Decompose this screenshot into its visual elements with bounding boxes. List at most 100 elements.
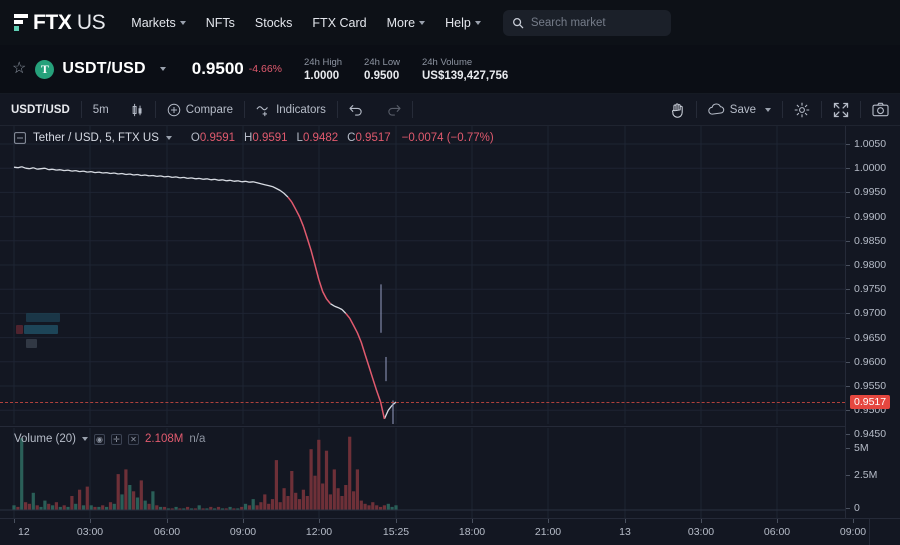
pair-title[interactable]: USDT/USD — [62, 60, 145, 78]
ohlc-delta: −0.0074 (−0.77%) — [401, 132, 494, 144]
volume-value: 2.108M — [145, 433, 184, 445]
time-axis[interactable]: 12 03:00 06:00 09:00 12:00 15:25 18:00 21:00 13 0… — [0, 518, 900, 545]
nav-item-help[interactable]: Help — [445, 16, 481, 30]
save-chevron-down-icon[interactable] — [765, 107, 771, 112]
brand-suffix: US — [76, 10, 106, 34]
chart-legend: Tether / USD, 5, FTX US O0.9591 H0.9591 … — [14, 132, 494, 144]
pair-chevron-down-icon[interactable] — [159, 67, 166, 71]
ohlc-close-value: 0.9517 — [355, 132, 391, 144]
pan-hand-button[interactable] — [659, 94, 696, 125]
redo-button[interactable] — [375, 94, 412, 125]
time-tick-12: 12 — [18, 526, 30, 538]
brand-name: FTX — [33, 10, 72, 34]
time-tick-13: 13 — [619, 526, 631, 538]
volume-chevron-down-icon[interactable] — [82, 437, 89, 441]
last-price: 0.9500 — [191, 59, 244, 78]
nav-item-nfts-label: NFTs — [205, 15, 235, 30]
time-tick-0300: 03:00 — [76, 526, 104, 538]
redo-icon — [388, 105, 401, 116]
fullscreen-button[interactable] — [822, 94, 860, 125]
undo-button[interactable] — [338, 94, 375, 125]
trading-view-page: FTX US Markets NFTs Stocks FTX Card More… — [0, 0, 900, 545]
current-price-badge: 0.9517 — [850, 394, 891, 409]
time-tick-0600: 06:00 — [153, 526, 181, 538]
time-tick-1525: 15:25 — [382, 526, 410, 538]
legend-chevron-down-icon[interactable] — [165, 136, 172, 140]
ohlc-low-value: 0.9482 — [302, 132, 339, 144]
collapse-icon[interactable] — [14, 132, 26, 144]
ohlc-open-label: O — [190, 132, 200, 144]
compare-button[interactable]: Compare — [156, 94, 244, 125]
time-tick-mark — [853, 519, 854, 523]
nav-item-help-label: Help — [445, 15, 471, 30]
time-tick-mark — [90, 519, 91, 523]
volume-visibility-icon[interactable]: ◉ — [94, 433, 106, 445]
interval-button[interactable]: 5m — [82, 94, 120, 125]
gear-icon — [794, 102, 810, 117]
ohlc-low: L0.9482 — [297, 132, 339, 144]
snapshot-button[interactable] — [861, 94, 900, 125]
ohlc-high: H0.9591 — [244, 132, 288, 144]
chart-toolbar-left: USDT/USD 5m Compare Indicators — [0, 94, 413, 125]
chevron-down-icon — [179, 20, 186, 25]
price-series-plot — [13, 166, 397, 424]
save-chart-button[interactable]: Save — [697, 94, 782, 125]
favorite-star-icon[interactable]: ☆ — [12, 61, 26, 77]
indicators-button[interactable]: Indicators — [245, 94, 337, 125]
coin-symbol: T — [40, 61, 49, 76]
hand-icon — [671, 102, 683, 118]
time-tick-mark — [243, 519, 244, 523]
price-axis[interactable]: 1.0050 1.0000 0.9950 0.9900 0.9850 0.9800 0.97… — [846, 126, 900, 518]
ohlc-open: O0.9591 — [191, 132, 235, 144]
stat-24h-volume: 24h Volume US$139,427,756 — [422, 56, 508, 83]
time-tick-0300: 03:00 — [687, 526, 715, 538]
price-pane[interactable]: Tether / USD, 5, FTX US O0.9591 H0.9591 … — [0, 126, 845, 424]
stat-24h-low-value: 0.9500 — [364, 69, 400, 82]
time-tick-mark — [319, 519, 320, 523]
nav-item-stocks[interactable]: Stocks — [255, 16, 293, 30]
nav-item-stocks-label: Stocks — [254, 15, 293, 30]
volume-legend: Volume (20) ◉ ✛ ✕ 2.108M n/a — [14, 433, 205, 445]
legend-title[interactable]: Tether / USD, 5, FTX US — [33, 132, 159, 144]
stat-24h-high-value: 1.0000 — [304, 69, 340, 82]
chevron-down-icon — [419, 20, 426, 25]
cloud-icon — [708, 103, 724, 115]
volume-legend-title[interactable]: Volume (20) — [14, 433, 76, 445]
ohlc-values: O0.9591 H0.9591 L0.9482 C0.9517 −0.0074 … — [191, 132, 494, 144]
nav-item-markets[interactable]: Markets — [131, 16, 186, 30]
fullscreen-icon — [833, 102, 849, 117]
ohlc-close: C0.9517 — [347, 132, 391, 144]
time-tick-mark — [396, 519, 397, 523]
chart-type-button[interactable] — [120, 94, 155, 125]
toolbar-divider — [411, 101, 413, 118]
time-tick-1200: 12:00 — [305, 526, 333, 538]
search-input[interactable] — [530, 16, 661, 29]
ticker-bar: ☆ T USDT/USD 0.9500 -4.66% 24h High 1.00… — [0, 45, 900, 94]
volume-remove-icon[interactable]: ✕ — [128, 433, 140, 445]
ftx-logo-text: FTX US — [33, 10, 106, 35]
stat-24h-high-label: 24h High — [304, 56, 343, 68]
redacted-overlay — [16, 313, 64, 350]
stat-24h-low: 24h Low 0.9500 — [364, 56, 400, 83]
time-tick-mark — [548, 519, 549, 523]
chart-area[interactable]: Tether / USD, 5, FTX US O0.9591 H0.9591 … — [0, 126, 900, 518]
nav-item-more-label: More — [386, 15, 416, 30]
time-tick-2100: 21:00 — [534, 526, 562, 538]
volume-na: n/a — [189, 433, 206, 445]
time-tick-1800: 18:00 — [458, 526, 486, 538]
ftx-us-logo[interactable]: FTX US — [14, 10, 106, 35]
nav-item-ftx-card[interactable]: FTX Card — [312, 16, 366, 30]
camera-icon — [872, 102, 889, 117]
volume-settings-icon[interactable]: ✛ — [111, 433, 123, 445]
stat-24h-volume-label: 24h Volume — [421, 56, 473, 68]
search-market-box[interactable] — [502, 9, 671, 36]
volume-pane[interactable]: Volume (20) ◉ ✛ ✕ 2.108M n/a — [0, 428, 845, 518]
nav-item-nfts[interactable]: NFTs — [206, 16, 235, 30]
tether-coin-icon: T — [35, 59, 55, 79]
nav-links: Markets NFTs Stocks FTX Card More Help — [131, 16, 481, 30]
nav-item-more[interactable]: More — [386, 15, 426, 30]
chart-settings-button[interactable] — [783, 94, 821, 125]
chart-symbol-button[interactable]: USDT/USD — [0, 94, 81, 125]
candlestick-icon — [132, 103, 142, 116]
chevron-down-icon — [474, 20, 481, 25]
